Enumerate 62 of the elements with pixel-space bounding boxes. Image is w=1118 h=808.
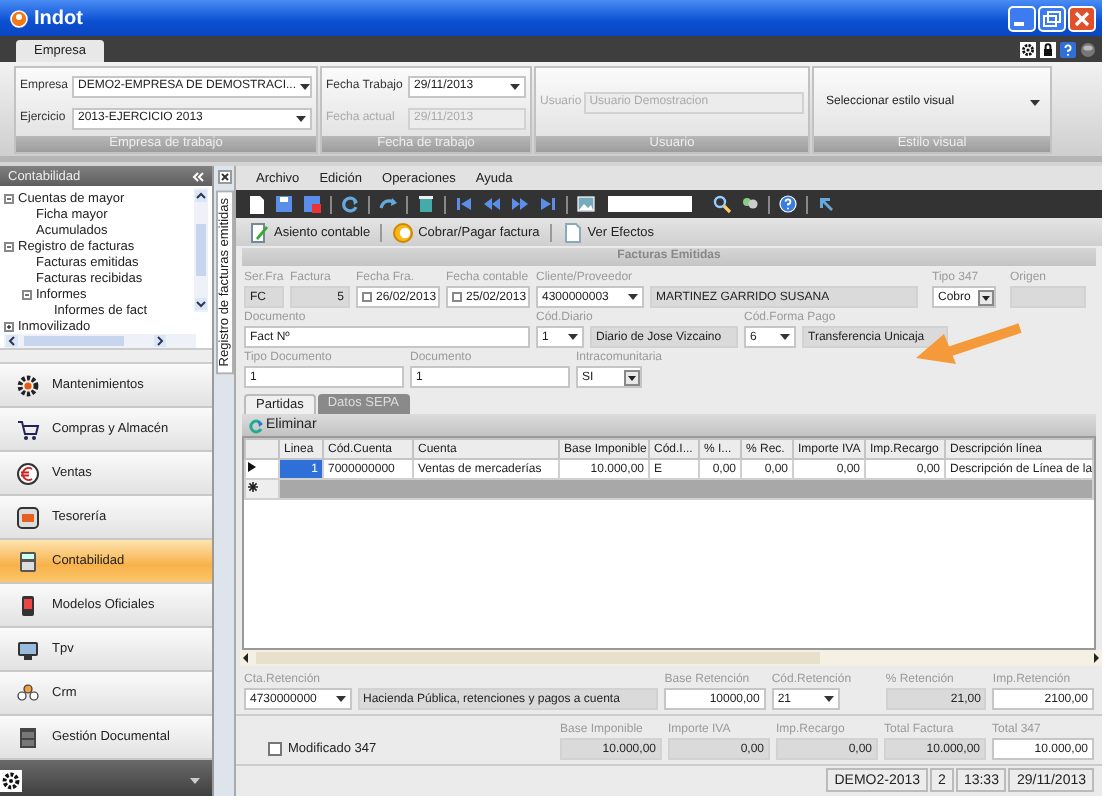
caret-icon [510, 83, 520, 89]
window-title: Indot [34, 7, 83, 29]
collapse-node-icon[interactable] [22, 289, 32, 299]
caret-icon [1030, 99, 1040, 105]
close-icon[interactable] [217, 170, 231, 184]
calculator-icon [16, 549, 40, 573]
search-icon[interactable] [712, 194, 732, 214]
previous-record-icon[interactable] [482, 194, 502, 214]
next-record-icon[interactable] [510, 194, 530, 214]
euro-icon [16, 461, 40, 485]
collapse-node-icon[interactable] [4, 193, 14, 203]
dropdown-button-icon [978, 289, 994, 305]
users-icon[interactable] [740, 194, 760, 214]
trash-icon[interactable] [416, 194, 436, 214]
settings-icon[interactable] [0, 769, 22, 791]
refresh-icon[interactable] [340, 194, 360, 214]
search-field[interactable] [608, 196, 692, 212]
settings-icon[interactable] [1020, 42, 1036, 58]
cabinet-icon [16, 725, 40, 749]
collapse-node-icon[interactable] [4, 241, 14, 251]
people-icon [16, 681, 40, 705]
minimize-icon[interactable] [1008, 5, 1036, 31]
horizontal-scrollbar[interactable] [4, 334, 196, 348]
caret-icon [568, 334, 578, 340]
caret-icon [335, 696, 345, 702]
app-logo-icon [10, 9, 28, 27]
help-icon[interactable] [1060, 42, 1076, 58]
checkbox-icon[interactable] [362, 292, 372, 302]
caret-icon [296, 115, 306, 121]
lock-icon[interactable] [1040, 42, 1056, 58]
caret-icon [780, 334, 790, 340]
monitor-icon [16, 637, 40, 661]
cart-icon [16, 417, 40, 441]
phone-icon [16, 593, 40, 617]
save-icon[interactable] [274, 194, 294, 214]
gear-icon [16, 373, 40, 397]
last-record-icon[interactable] [538, 194, 558, 214]
pencil-document-icon [248, 221, 270, 243]
caret-icon [190, 777, 200, 783]
new-document-icon[interactable] [246, 194, 266, 214]
circle-icon[interactable] [1080, 42, 1096, 58]
restore-icon[interactable] [1038, 5, 1066, 31]
caret-icon [628, 294, 638, 300]
first-record-icon[interactable] [454, 194, 474, 214]
caret-icon [300, 83, 310, 89]
horizontal-scrollbar[interactable] [240, 650, 1102, 666]
coin-icon [392, 221, 415, 243]
refresh-icon [248, 417, 264, 433]
new-row-icon [248, 482, 258, 492]
cash-box-icon [16, 505, 40, 529]
checkbox-icon[interactable] [452, 292, 462, 302]
collapse-icon[interactable] [192, 171, 204, 181]
dropdown-button-icon [624, 369, 640, 385]
vertical-scrollbar[interactable] [194, 188, 208, 312]
caret-icon [823, 696, 834, 702]
save-delete-icon[interactable] [302, 194, 322, 214]
pointer-icon[interactable] [816, 194, 836, 214]
expand-node-icon[interactable] [4, 321, 14, 331]
picture-icon[interactable] [576, 194, 596, 214]
help-icon[interactable] [778, 194, 798, 214]
checkbox[interactable] [268, 742, 282, 756]
redo-icon[interactable] [378, 194, 398, 214]
